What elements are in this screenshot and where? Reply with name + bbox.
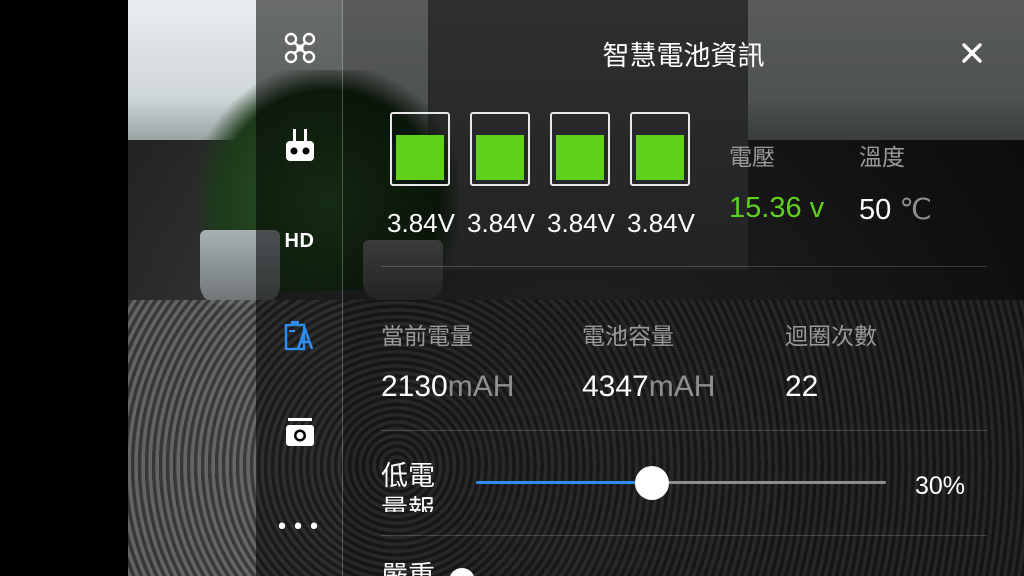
voltage-value: 15.36 v bbox=[729, 192, 825, 224]
battery-cell-voltage: 3.84V bbox=[467, 208, 535, 238]
capacity-readout: 4347mAH bbox=[582, 370, 715, 404]
battery-cell-gauge bbox=[630, 112, 690, 186]
battery-cell-fill bbox=[556, 135, 604, 180]
hd-label: HD bbox=[284, 229, 315, 252]
battery-cell-fill bbox=[396, 135, 444, 180]
slider-thumb[interactable] bbox=[634, 466, 669, 500]
remote-controller-icon[interactable] bbox=[256, 123, 343, 167]
slider-fill bbox=[476, 481, 652, 484]
divider bbox=[381, 535, 987, 536]
battery-info-panel: 智慧電池資訊 3.84V 3.84V 3.84V 3.84V 電壓 15.36 v 溫… bbox=[343, 0, 1024, 576]
voltage-label: 電壓 bbox=[729, 145, 775, 171]
letterbox-left bbox=[0, 0, 128, 576]
capacity-label: 電池容量 bbox=[582, 324, 674, 350]
low-battery-value: 30% bbox=[915, 472, 966, 500]
cycles-label: 迴圈次數 bbox=[785, 324, 877, 350]
more-icon[interactable]: ••• bbox=[256, 506, 343, 550]
divider bbox=[381, 430, 987, 431]
low-battery-slider[interactable] bbox=[476, 466, 886, 500]
capacity-unit: mAH bbox=[648, 370, 716, 403]
battery-cell-fill bbox=[476, 135, 524, 180]
capacity-value: 4347 bbox=[582, 370, 649, 403]
close-button[interactable] bbox=[955, 36, 989, 70]
current-charge-unit: mAH bbox=[447, 370, 515, 403]
battery-cells: 3.84V 3.84V 3.84V 3.84V bbox=[381, 112, 701, 242]
hd-transmission-button[interactable]: HD bbox=[256, 219, 343, 263]
temperature-label: 溫度 bbox=[859, 145, 905, 171]
cycles-value: 22 bbox=[785, 370, 819, 403]
temperature-value: 50 bbox=[859, 194, 892, 226]
drone-icon[interactable] bbox=[256, 26, 343, 70]
battery-cell-fill bbox=[636, 135, 684, 180]
critical-battery-label: 嚴重 bbox=[381, 560, 461, 576]
battery-cell-voltage: 3.84V bbox=[387, 208, 455, 238]
battery-cell-gauge bbox=[390, 112, 450, 186]
battery-cell-gauge bbox=[470, 112, 530, 186]
low-battery-label: 低電量報警 bbox=[381, 461, 435, 512]
camera-icon[interactable] bbox=[256, 410, 343, 454]
divider bbox=[381, 266, 987, 267]
current-charge-label: 當前電量 bbox=[381, 324, 473, 350]
temperature-readout: 50 ℃ bbox=[859, 192, 932, 227]
battery-cell-voltage: 3.84V bbox=[627, 208, 695, 238]
current-charge-value: 2130 bbox=[381, 370, 448, 403]
battery-cell-gauge bbox=[550, 112, 610, 186]
current-charge-readout: 2130mAH bbox=[381, 370, 514, 404]
page-title: 智慧電池資訊 bbox=[602, 41, 765, 72]
temperature-unit: ℃ bbox=[899, 194, 932, 226]
close-icon bbox=[962, 43, 982, 63]
settings-sidebar: HD ••• bbox=[256, 0, 343, 576]
battery-icon[interactable] bbox=[256, 314, 343, 358]
battery-cell-voltage: 3.84V bbox=[547, 208, 615, 238]
